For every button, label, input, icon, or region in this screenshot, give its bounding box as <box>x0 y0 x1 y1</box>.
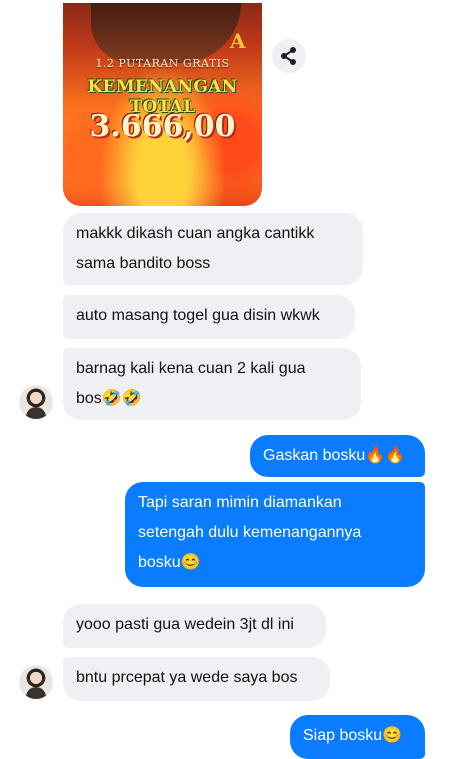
avatar[interactable] <box>19 385 53 419</box>
message-outgoing[interactable]: Tapi saran mimin diamankan setengah dulu… <box>125 482 425 587</box>
promo-logo: A <box>230 29 246 53</box>
promo-image[interactable]: A 1.2 PUTARAN GRATIS KEMENANGAN TOTAL 3.… <box>63 3 262 206</box>
avatar[interactable] <box>19 665 53 699</box>
promo-character <box>91 3 241 63</box>
message-incoming[interactable]: yooo pasti gua wedein 3jt dl ini <box>63 604 326 648</box>
message-outgoing[interactable]: Siap bosku😊 <box>290 715 425 759</box>
share-button[interactable] <box>272 39 306 73</box>
message-outgoing[interactable]: Gaskan bosku🔥🔥 <box>250 435 425 477</box>
promo-amount: 3.666,00 <box>89 109 236 144</box>
message-incoming[interactable]: barnag kali kena cuan 2 kali gua bos🤣🤣 <box>63 348 361 420</box>
promo-subtitle: 1.2 PUTARAN GRATIS <box>95 57 230 70</box>
message-incoming[interactable]: bntu prcepat ya wede saya bos <box>63 657 330 701</box>
message-incoming[interactable]: auto masang togel gua disin wkwk <box>63 295 355 339</box>
message-incoming[interactable]: makkk dikash cuan angka cantikk sama ban… <box>63 213 363 285</box>
share-icon <box>281 47 296 65</box>
